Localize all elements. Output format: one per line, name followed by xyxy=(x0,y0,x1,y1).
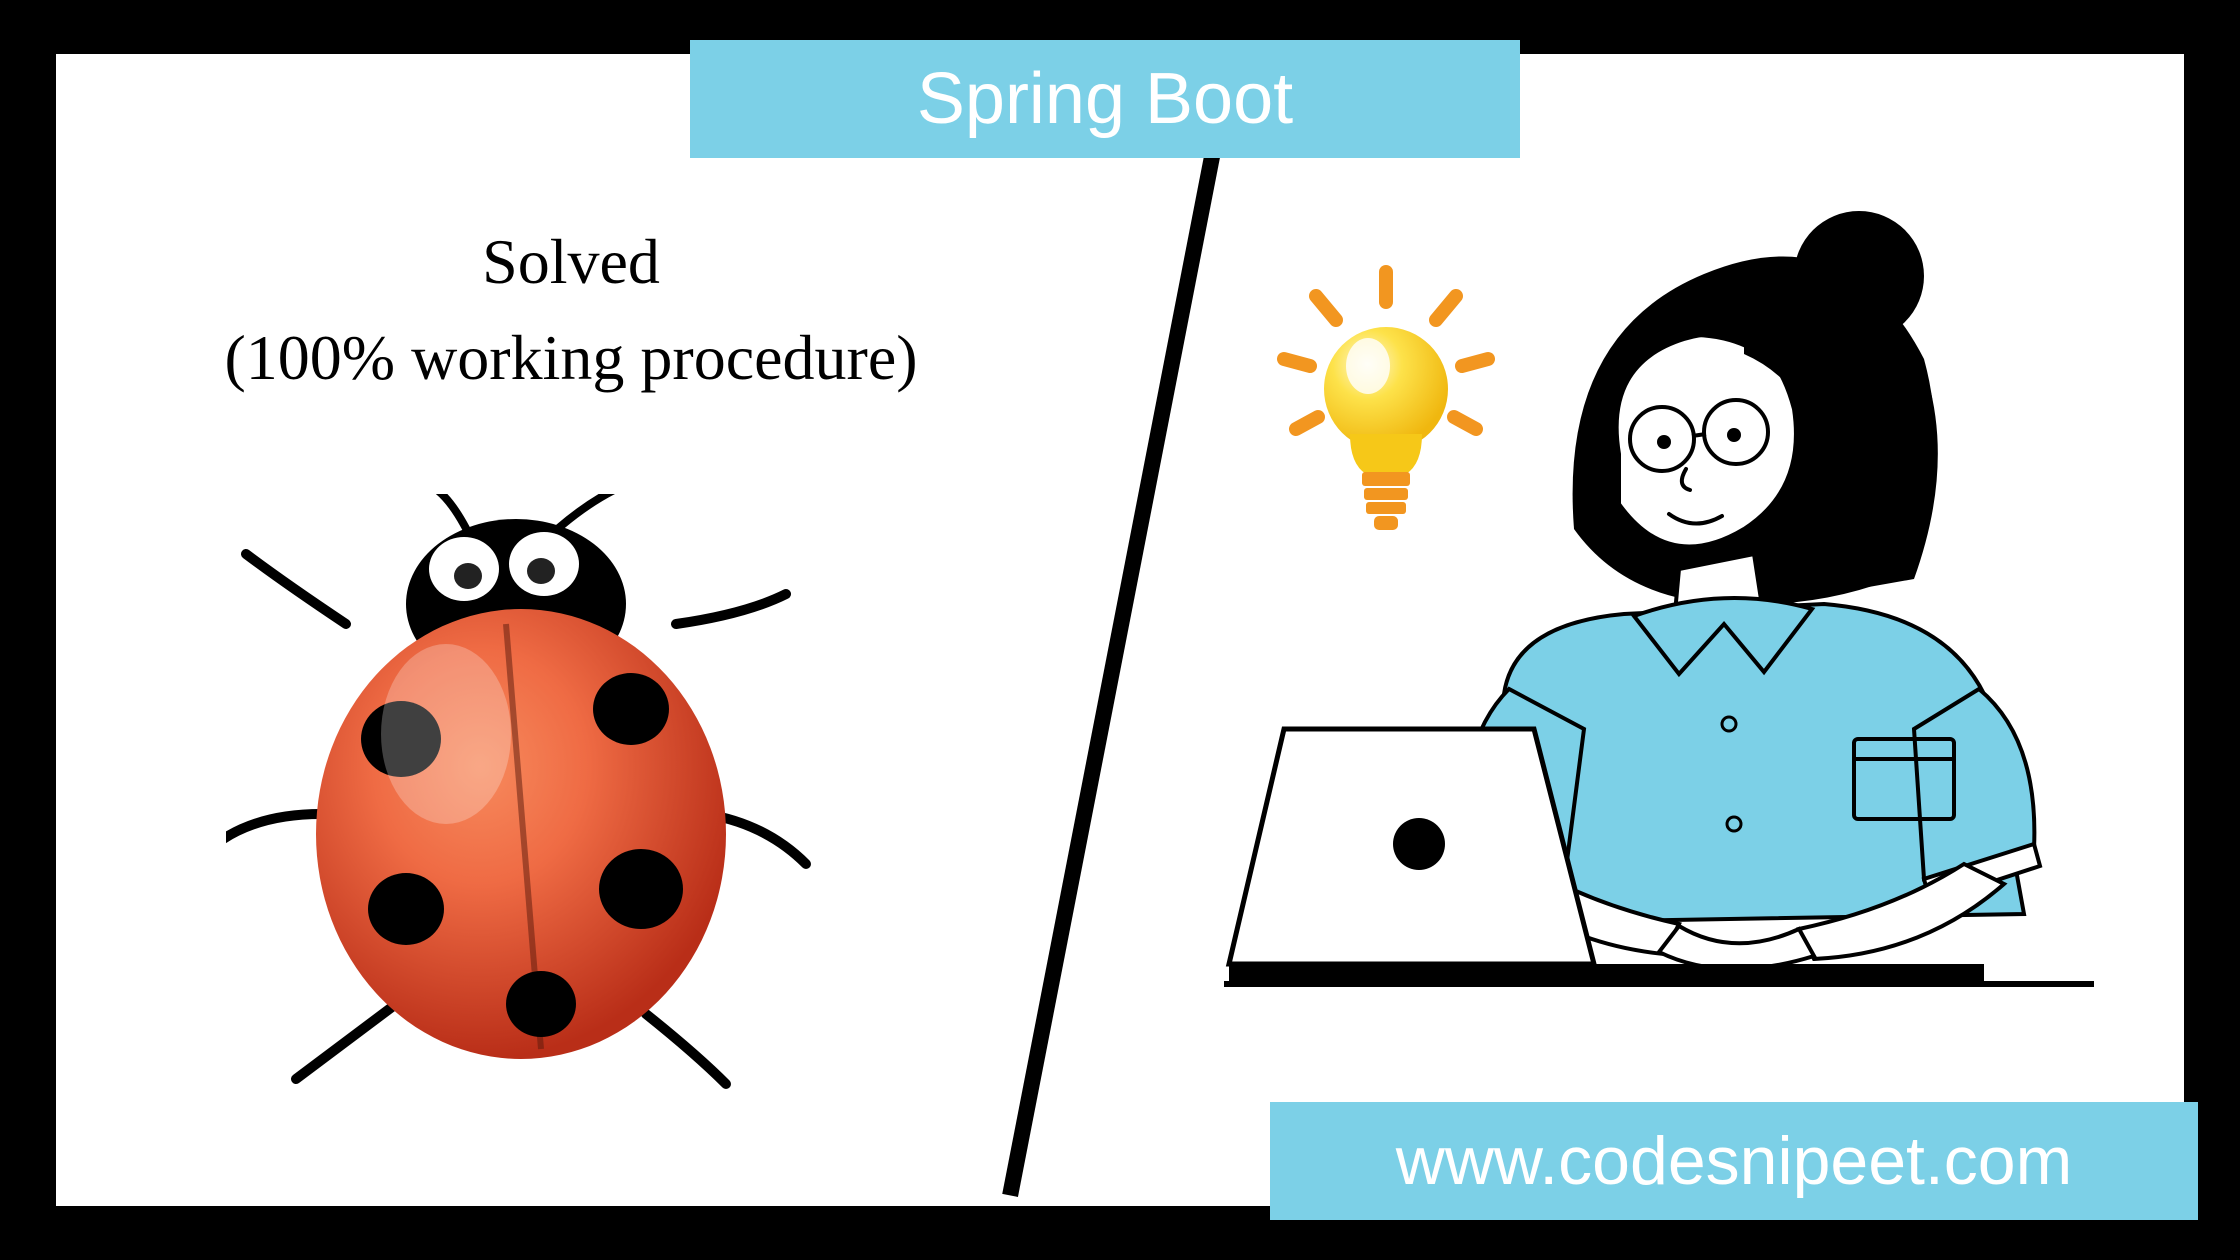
ladybug-icon xyxy=(226,494,816,1094)
bottom-banner: www.codesnipeet.com xyxy=(1270,1102,2198,1220)
diagonal-divider xyxy=(1002,63,1238,1197)
top-banner-text: Spring Boot xyxy=(917,58,1293,140)
top-banner: Spring Boot xyxy=(690,40,1520,158)
main-frame: Spring Boot Solved (100% working procedu… xyxy=(42,40,2198,1220)
title-line-1: Solved xyxy=(146,214,996,310)
person-at-laptop-icon xyxy=(1224,184,2094,1084)
title-line-2: (100% working procedure) xyxy=(146,310,996,406)
title-block: Solved (100% working procedure) xyxy=(146,214,996,406)
bottom-banner-text: www.codesnipeet.com xyxy=(1396,1122,2073,1200)
